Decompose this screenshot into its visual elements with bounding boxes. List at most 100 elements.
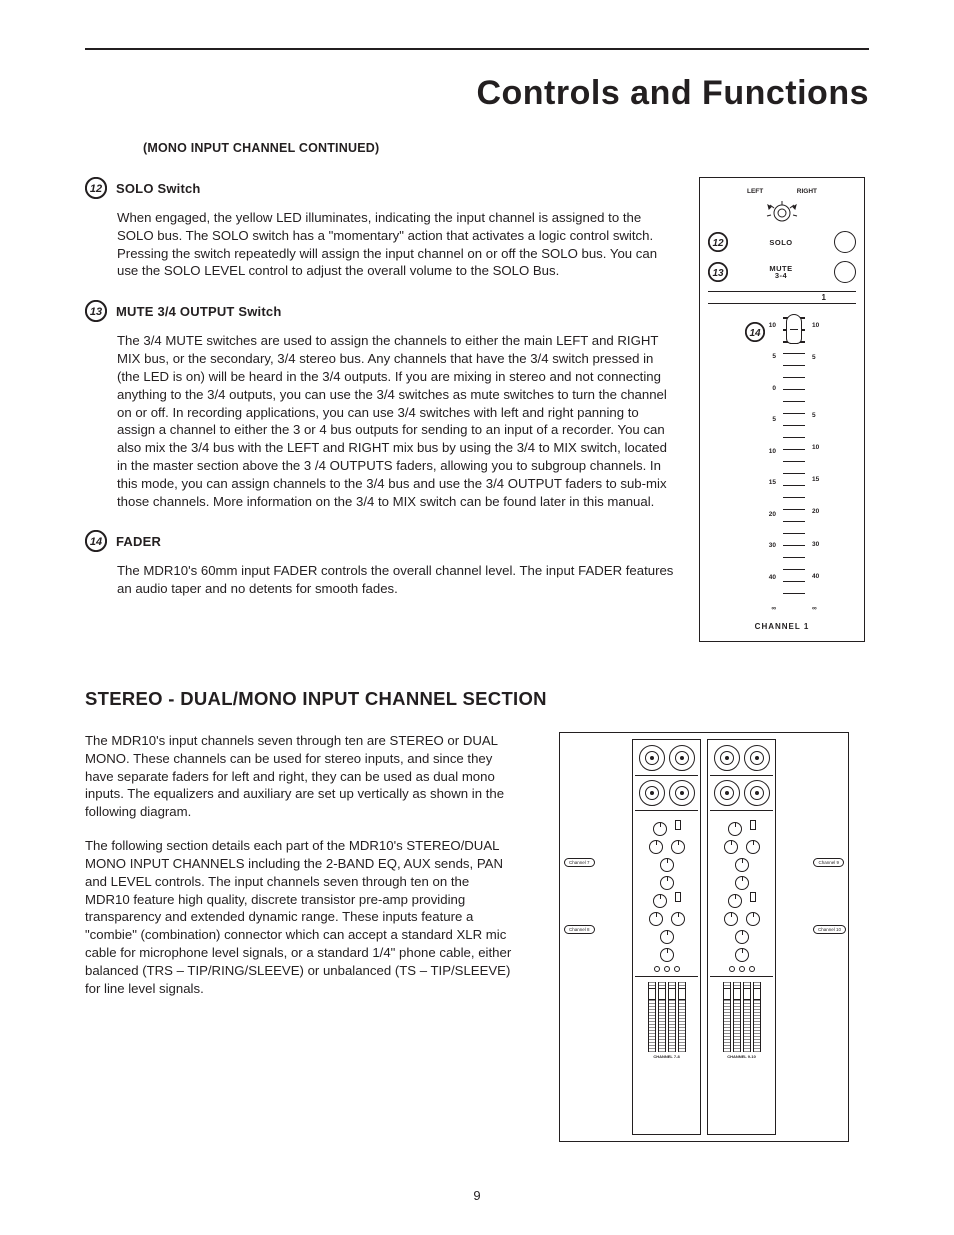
channel-number: 1 [708, 291, 856, 304]
content-row: 12 SOLO Switch When engaged, the yellow … [85, 177, 869, 642]
knob-icon [728, 822, 742, 836]
knob-icon [671, 912, 685, 926]
fader-track [780, 312, 808, 612]
solo-label: SOLO [736, 238, 826, 247]
sd-bl: CHANNEL 7-8 [653, 1054, 679, 1059]
item-14: 14 FADER The MDR10's 60mm input FADER co… [85, 530, 679, 598]
page-title: Controls and Functions [85, 74, 869, 113]
fader-icon [743, 982, 751, 1052]
item-13-body: The 3/4 MUTE switches are used to assign… [117, 332, 677, 510]
svg-text:14: 14 [749, 328, 761, 339]
sd-col-left: CHANNEL 7-8 [632, 739, 701, 1135]
badge-13-icon: 13 [85, 300, 107, 322]
fader-icon [678, 982, 686, 1052]
knob-icon [649, 840, 663, 854]
svg-text:13: 13 [712, 268, 724, 279]
left-column: 12 SOLO Switch When engaged, the yellow … [85, 177, 679, 642]
knob-icon [746, 912, 760, 926]
item-13-title: MUTE 3/4 OUTPUT Switch [116, 304, 281, 319]
jack-icon [714, 745, 740, 771]
btn-icon [654, 966, 660, 972]
channel-footer: CHANNEL 1 [708, 622, 856, 631]
jack-icon [714, 780, 740, 806]
item-13: 13 MUTE 3/4 OUTPUT Switch The 3/4 MUTE s… [85, 300, 679, 510]
stereo-channel-diagram: Channel 7 Channel 8 Channel 9 Channel 10 [559, 732, 849, 1142]
svg-text:12: 12 [90, 183, 102, 195]
switch-icon [675, 820, 681, 830]
svg-text:12: 12 [712, 238, 724, 249]
scale-r-5: 15 [812, 476, 819, 483]
badge-12-icon: 12 [85, 177, 107, 199]
badge-14-icon: 14 [85, 530, 107, 552]
knob-icon [660, 858, 674, 872]
knob-icon [671, 840, 685, 854]
knob-icon [653, 894, 667, 908]
svg-text:14: 14 [90, 537, 102, 549]
knob-icon [724, 840, 738, 854]
scale-r-9: ∞ [812, 605, 817, 612]
strip-row-mute: 13 MUTE3-4 [708, 261, 856, 283]
continued-heading: (MONO INPUT CHANNEL CONTINUED) [143, 141, 869, 155]
svg-text:13: 13 [90, 306, 102, 318]
ch10-label: Channel 10 [813, 925, 846, 934]
scale-r-0: 10 [812, 322, 819, 329]
btn-icon [664, 966, 670, 972]
badge-13-small-icon: 13 [708, 262, 728, 282]
fader-area: 14 10 5 0 5 10 15 20 30 40 ∞ [708, 312, 856, 612]
scale-l-6: 20 [769, 511, 776, 518]
btn-icon [749, 966, 755, 972]
knob-icon [660, 930, 674, 944]
right-column: LEFT RIGHT 12 SOLO 13 MUTE3-4 1 14 [699, 177, 869, 642]
jack-icon [639, 780, 665, 806]
pan-left-label: LEFT [747, 188, 763, 195]
btn-icon [729, 966, 735, 972]
scale-r-1: 5 [812, 354, 816, 361]
knob-icon [660, 876, 674, 890]
item-12: 12 SOLO Switch When engaged, the yellow … [85, 177, 679, 280]
channel-strip-diagram: LEFT RIGHT 12 SOLO 13 MUTE3-4 1 14 [699, 177, 865, 642]
jack-icon [744, 780, 770, 806]
section2-p2: The following section details each part … [85, 837, 515, 997]
scale-l-8: 40 [769, 574, 776, 581]
fader-icon [648, 982, 656, 1052]
knob-icon [746, 840, 760, 854]
switch-icon [675, 892, 681, 902]
lower-right-diagram: Channel 7 Channel 8 Channel 9 Channel 10 [539, 732, 869, 1142]
fader-icon [668, 982, 676, 1052]
fader-scale-left: 10 5 0 5 10 15 20 30 40 ∞ [769, 312, 776, 612]
knob-icon [735, 930, 749, 944]
jack-icon [669, 745, 695, 771]
jack-icon [639, 745, 665, 771]
item-12-title: SOLO Switch [116, 181, 201, 196]
fader-icon [753, 982, 761, 1052]
knob-icon [649, 912, 663, 926]
scale-l-9: ∞ [771, 605, 776, 612]
scale-l-7: 30 [769, 542, 776, 549]
switch-icon [750, 820, 756, 830]
fader-icon [733, 982, 741, 1052]
fader-icon [723, 982, 731, 1052]
pan-knob: LEFT RIGHT [708, 188, 856, 225]
fader-cap-icon [786, 314, 802, 344]
scale-r-6: 20 [812, 508, 819, 515]
item-14-title: FADER [116, 534, 161, 549]
ch8-label: Channel 8 [564, 925, 595, 934]
fader-scale-right: 10 5 5 10 15 20 30 40 ∞ [812, 312, 819, 612]
sd-col-right: CHANNEL 9-10 [707, 739, 776, 1135]
knob-icon [653, 822, 667, 836]
scale-r-7: 30 [812, 541, 819, 548]
pan-knob-icon [757, 195, 807, 225]
badge-12-small-icon: 12 [708, 232, 728, 252]
knob-icon [735, 858, 749, 872]
jack-icon [744, 745, 770, 771]
scale-r-4: 10 [812, 444, 819, 451]
scale-r-3: 5 [812, 412, 816, 419]
knob-icon [724, 912, 738, 926]
solo-button-icon [834, 231, 856, 253]
knob-icon [728, 894, 742, 908]
scale-l-2: 0 [772, 385, 776, 392]
top-rule [85, 48, 869, 50]
pan-right-label: RIGHT [797, 188, 817, 195]
ch9-label: Channel 9 [813, 858, 844, 867]
fader-icon [658, 982, 666, 1052]
